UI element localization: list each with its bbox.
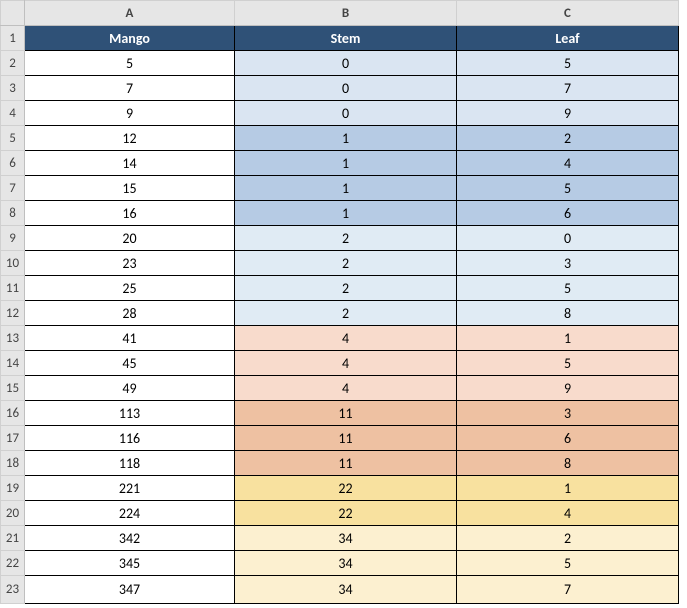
cell-C5[interactable]: 2 — [457, 126, 679, 151]
cell-A3[interactable]: 7 — [25, 76, 235, 101]
cell-C22[interactable]: 5 — [457, 551, 679, 576]
cell-B12[interactable]: 2 — [235, 301, 457, 326]
cell-B7[interactable]: 1 — [235, 176, 457, 201]
cell-B20[interactable]: 22 — [235, 501, 457, 526]
cell-C6[interactable]: 4 — [457, 151, 679, 176]
row-header-5[interactable]: 5 — [1, 126, 25, 151]
spreadsheet-grid[interactable]: A B C 1MangoStemLeaf25053707490951212614… — [0, 0, 679, 604]
row-header-6[interactable]: 6 — [1, 151, 25, 176]
row-header-7[interactable]: 7 — [1, 176, 25, 201]
row-header-9[interactable]: 9 — [1, 226, 25, 251]
cell-B13[interactable]: 4 — [235, 326, 457, 351]
cell-A11[interactable]: 25 — [25, 276, 235, 301]
cell-B21[interactable]: 34 — [235, 526, 457, 551]
row-header-18[interactable]: 18 — [1, 451, 25, 476]
cell-B23[interactable]: 34 — [235, 576, 457, 604]
cell-A8[interactable]: 16 — [25, 201, 235, 226]
cell-A4[interactable]: 9 — [25, 101, 235, 126]
cell-B2[interactable]: 0 — [235, 51, 457, 76]
cell-C1[interactable]: Leaf — [457, 26, 679, 51]
cell-C2[interactable]: 5 — [457, 51, 679, 76]
cell-B9[interactable]: 2 — [235, 226, 457, 251]
cell-B18[interactable]: 11 — [235, 451, 457, 476]
select-all-corner[interactable] — [1, 1, 25, 26]
cell-B8[interactable]: 1 — [235, 201, 457, 226]
row-header-3[interactable]: 3 — [1, 76, 25, 101]
cell-C19[interactable]: 1 — [457, 476, 679, 501]
cell-C16[interactable]: 3 — [457, 401, 679, 426]
row-header-20[interactable]: 20 — [1, 501, 25, 526]
cell-A9[interactable]: 20 — [25, 226, 235, 251]
cell-C3[interactable]: 7 — [457, 76, 679, 101]
cell-A7[interactable]: 15 — [25, 176, 235, 201]
cell-C20[interactable]: 4 — [457, 501, 679, 526]
cell-B17[interactable]: 11 — [235, 426, 457, 451]
column-header-c[interactable]: C — [457, 1, 679, 26]
cell-B1[interactable]: Stem — [235, 26, 457, 51]
cell-B5[interactable]: 1 — [235, 126, 457, 151]
row-header-8[interactable]: 8 — [1, 201, 25, 226]
cell-B14[interactable]: 4 — [235, 351, 457, 376]
cell-A18[interactable]: 118 — [25, 451, 235, 476]
row-header-19[interactable]: 19 — [1, 476, 25, 501]
cell-A1[interactable]: Mango — [25, 26, 235, 51]
row-header-1[interactable]: 1 — [1, 26, 25, 51]
cell-C11[interactable]: 5 — [457, 276, 679, 301]
cell-A10[interactable]: 23 — [25, 251, 235, 276]
cell-C23[interactable]: 7 — [457, 576, 679, 604]
cell-C17[interactable]: 6 — [457, 426, 679, 451]
cell-B11[interactable]: 2 — [235, 276, 457, 301]
cell-A17[interactable]: 116 — [25, 426, 235, 451]
cell-B4[interactable]: 0 — [235, 101, 457, 126]
cell-B15[interactable]: 4 — [235, 376, 457, 401]
row-header-15[interactable]: 15 — [1, 376, 25, 401]
cell-A6[interactable]: 14 — [25, 151, 235, 176]
cell-C4[interactable]: 9 — [457, 101, 679, 126]
row-header-10[interactable]: 10 — [1, 251, 25, 276]
cell-C8[interactable]: 6 — [457, 201, 679, 226]
cell-C9[interactable]: 0 — [457, 226, 679, 251]
cell-A12[interactable]: 28 — [25, 301, 235, 326]
cell-C15[interactable]: 9 — [457, 376, 679, 401]
cell-C12[interactable]: 8 — [457, 301, 679, 326]
row-header-11[interactable]: 11 — [1, 276, 25, 301]
row-header-2[interactable]: 2 — [1, 51, 25, 76]
cell-A14[interactable]: 45 — [25, 351, 235, 376]
cell-B16[interactable]: 11 — [235, 401, 457, 426]
cell-B3[interactable]: 0 — [235, 76, 457, 101]
row-header-14[interactable]: 14 — [1, 351, 25, 376]
row-header-21[interactable]: 21 — [1, 526, 25, 551]
cell-C21[interactable]: 2 — [457, 526, 679, 551]
cell-B6[interactable]: 1 — [235, 151, 457, 176]
cell-A13[interactable]: 41 — [25, 326, 235, 351]
row-header-13[interactable]: 13 — [1, 326, 25, 351]
cell-A21[interactable]: 342 — [25, 526, 235, 551]
cell-A5[interactable]: 12 — [25, 126, 235, 151]
row-header-12[interactable]: 12 — [1, 301, 25, 326]
column-header-b[interactable]: B — [235, 1, 457, 26]
cell-A22[interactable]: 345 — [25, 551, 235, 576]
cell-B19[interactable]: 22 — [235, 476, 457, 501]
row-header-16[interactable]: 16 — [1, 401, 25, 426]
cell-C7[interactable]: 5 — [457, 176, 679, 201]
row-header-23[interactable]: 23 — [1, 576, 25, 604]
row-header-17[interactable]: 17 — [1, 426, 25, 451]
cell-A16[interactable]: 113 — [25, 401, 235, 426]
cell-C13[interactable]: 1 — [457, 326, 679, 351]
cell-C18[interactable]: 8 — [457, 451, 679, 476]
cell-A20[interactable]: 224 — [25, 501, 235, 526]
column-header-a[interactable]: A — [25, 1, 235, 26]
cell-B22[interactable]: 34 — [235, 551, 457, 576]
row-header-22[interactable]: 22 — [1, 551, 25, 576]
cell-B10[interactable]: 2 — [235, 251, 457, 276]
row-header-4[interactable]: 4 — [1, 101, 25, 126]
cell-C14[interactable]: 5 — [457, 351, 679, 376]
cell-A23[interactable]: 347 — [25, 576, 235, 604]
cell-A19[interactable]: 221 — [25, 476, 235, 501]
cell-C10[interactable]: 3 — [457, 251, 679, 276]
cell-A2[interactable]: 5 — [25, 51, 235, 76]
cell-A15[interactable]: 49 — [25, 376, 235, 401]
